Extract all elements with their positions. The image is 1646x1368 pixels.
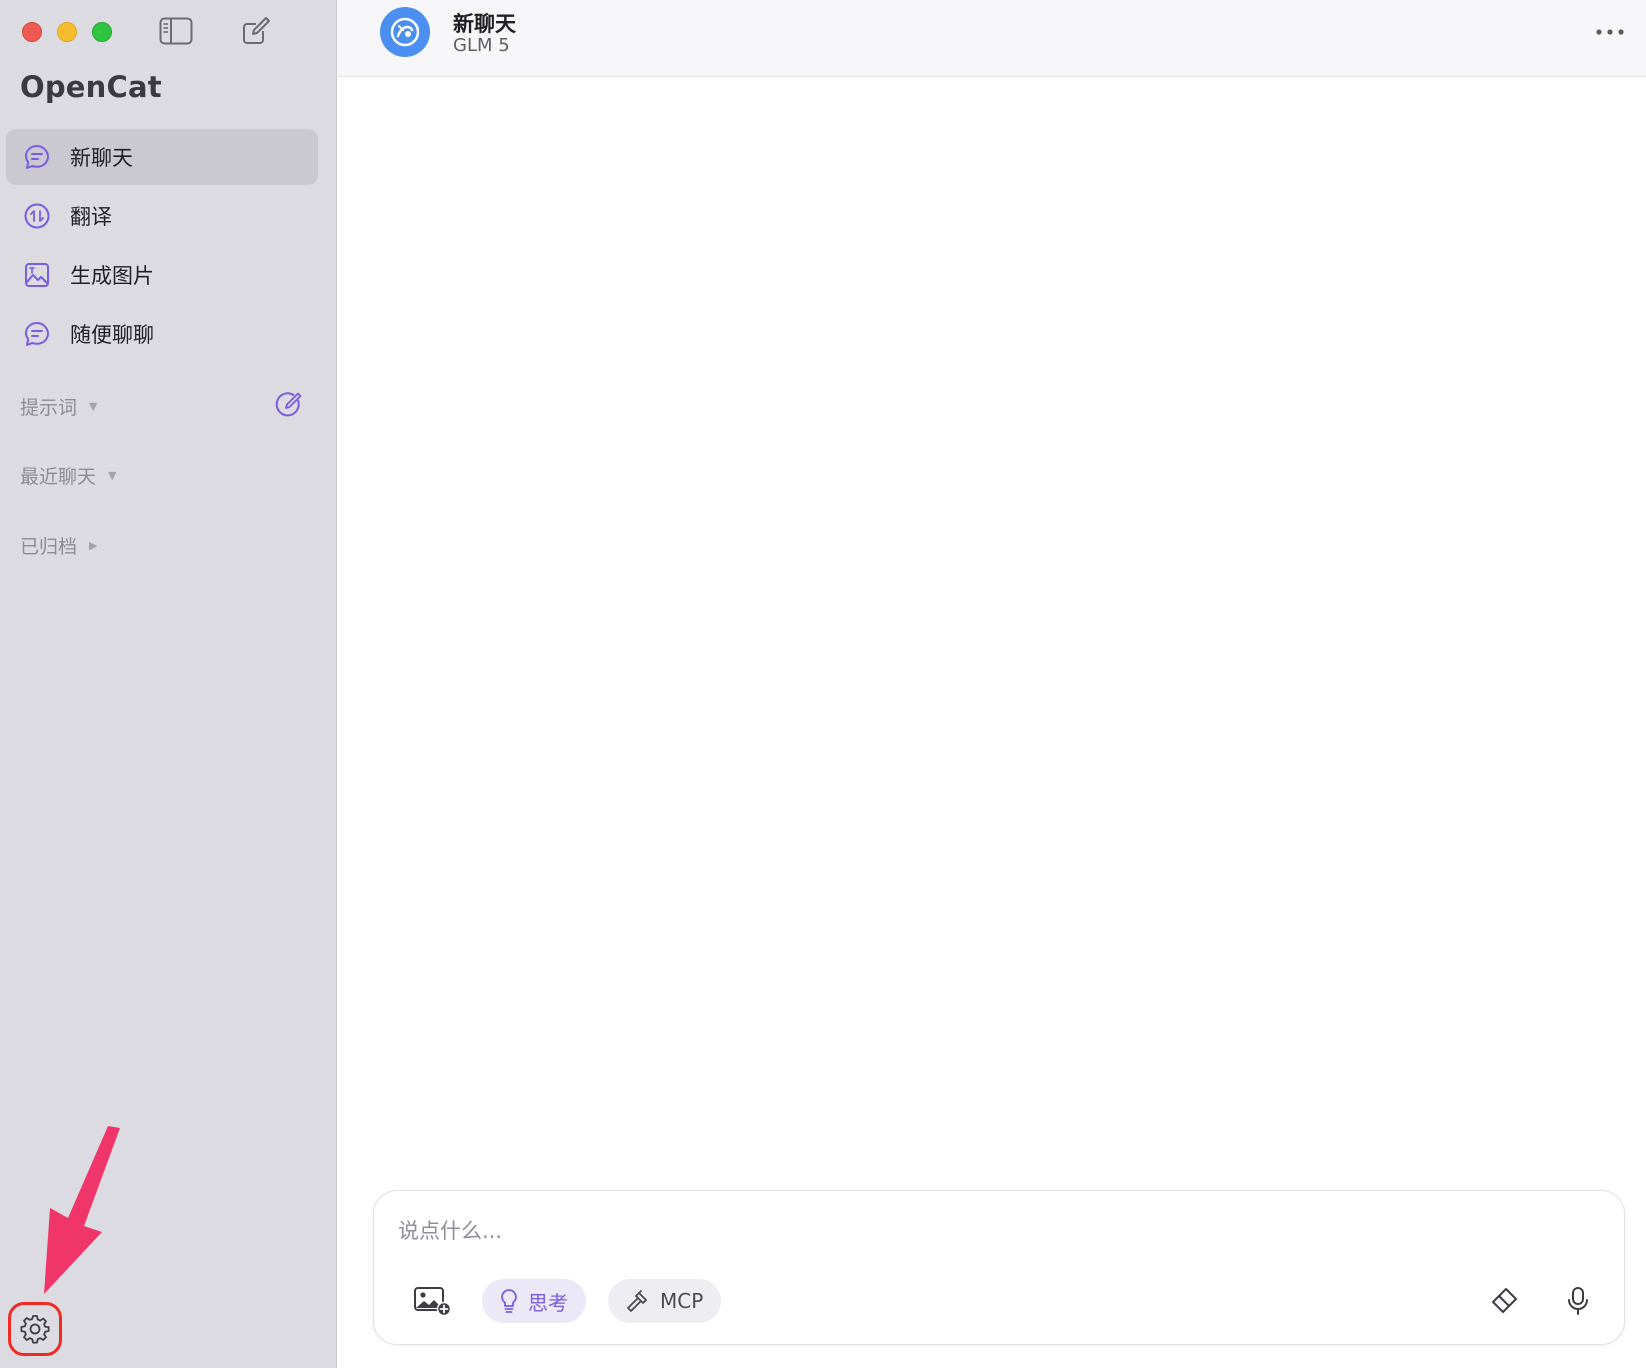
- hammer-icon: [626, 1289, 650, 1313]
- image-add-icon: [414, 1287, 451, 1316]
- toggle-sidebar-button[interactable]: [156, 14, 196, 48]
- sidebar-item-new-chat[interactable]: 新聊天: [6, 129, 318, 185]
- voice-input-button[interactable]: [1556, 1279, 1600, 1323]
- sidebar-toggle-icon: [159, 17, 193, 45]
- sidebar-nav: 新聊天 翻译 生成图片 随便聊聊: [6, 129, 318, 365]
- compose-icon: [243, 17, 270, 44]
- section-archived-toggle[interactable]: 已归档 ▶: [20, 532, 97, 559]
- ellipsis-icon: [1596, 29, 1624, 35]
- zoom-window-button[interactable]: [92, 22, 112, 42]
- clear-context-button[interactable]: [1482, 1279, 1526, 1323]
- section-prompts-toggle[interactable]: 提示词 ▼: [20, 393, 97, 420]
- mcp-tools-button[interactable]: MCP: [608, 1279, 722, 1323]
- caret-down-icon: ▼: [108, 469, 117, 482]
- section-recent-toggle[interactable]: 最近聊天 ▼: [20, 462, 116, 489]
- section-label: 最近聊天: [20, 466, 97, 488]
- lightbulb-icon: [500, 1288, 518, 1314]
- sidebar-item-casual-chat[interactable]: 随便聊聊: [6, 306, 318, 362]
- gear-icon: [20, 1315, 50, 1344]
- section-label: 提示词: [20, 397, 78, 419]
- compose-circle-icon: [275, 392, 302, 417]
- think-toggle-button[interactable]: 思考: [482, 1279, 586, 1323]
- settings-button[interactable]: [8, 1302, 62, 1356]
- sidebar: OpenCat 新聊天 翻译 生成图片 随便聊聊 提示词 ▼ 最近聊天 ▼ 已归…: [0, 0, 337, 1368]
- translate-icon: [22, 201, 52, 231]
- microphone-icon: [1568, 1287, 1588, 1315]
- chat-bubble-icon: [22, 142, 52, 172]
- sidebar-item-label: 随便聊聊: [70, 323, 154, 347]
- chat-title: 新聊天: [453, 12, 516, 36]
- chat-messages-area: [338, 78, 1646, 1178]
- close-window-button[interactable]: [22, 22, 42, 42]
- image-generate-icon: [22, 260, 52, 290]
- add-prompt-button[interactable]: [274, 390, 304, 420]
- attach-image-button[interactable]: [410, 1279, 454, 1323]
- think-label: 思考: [528, 1290, 568, 1315]
- sidebar-item-generate-image[interactable]: 生成图片: [6, 247, 318, 303]
- caret-right-icon: ▶: [89, 539, 98, 552]
- mcp-label: MCP: [660, 1289, 704, 1313]
- sidebar-item-label: 翻译: [70, 205, 112, 229]
- app-title: OpenCat: [20, 70, 162, 104]
- minimize-window-button[interactable]: [57, 22, 77, 42]
- message-input[interactable]: [398, 1211, 1598, 1251]
- more-options-button[interactable]: [1590, 18, 1630, 46]
- chat-bubble-icon: [22, 319, 52, 349]
- sidebar-item-translate[interactable]: 翻译: [6, 188, 318, 244]
- message-composer: 思考 MCP: [373, 1190, 1625, 1345]
- model-logo-icon: [390, 17, 420, 47]
- eraser-icon: [1492, 1288, 1517, 1313]
- model-avatar[interactable]: [380, 7, 430, 57]
- window-controls: [22, 22, 112, 42]
- chat-header: 新聊天 GLM 5: [338, 0, 1646, 77]
- new-chat-button[interactable]: [236, 14, 276, 48]
- caret-down-icon: ▼: [89, 400, 98, 413]
- annotation-arrow-icon: [44, 1126, 120, 1294]
- model-name[interactable]: GLM 5: [453, 35, 510, 56]
- section-label: 已归档: [20, 536, 78, 558]
- sidebar-item-label: 生成图片: [70, 264, 154, 288]
- sidebar-item-label: 新聊天: [70, 146, 133, 170]
